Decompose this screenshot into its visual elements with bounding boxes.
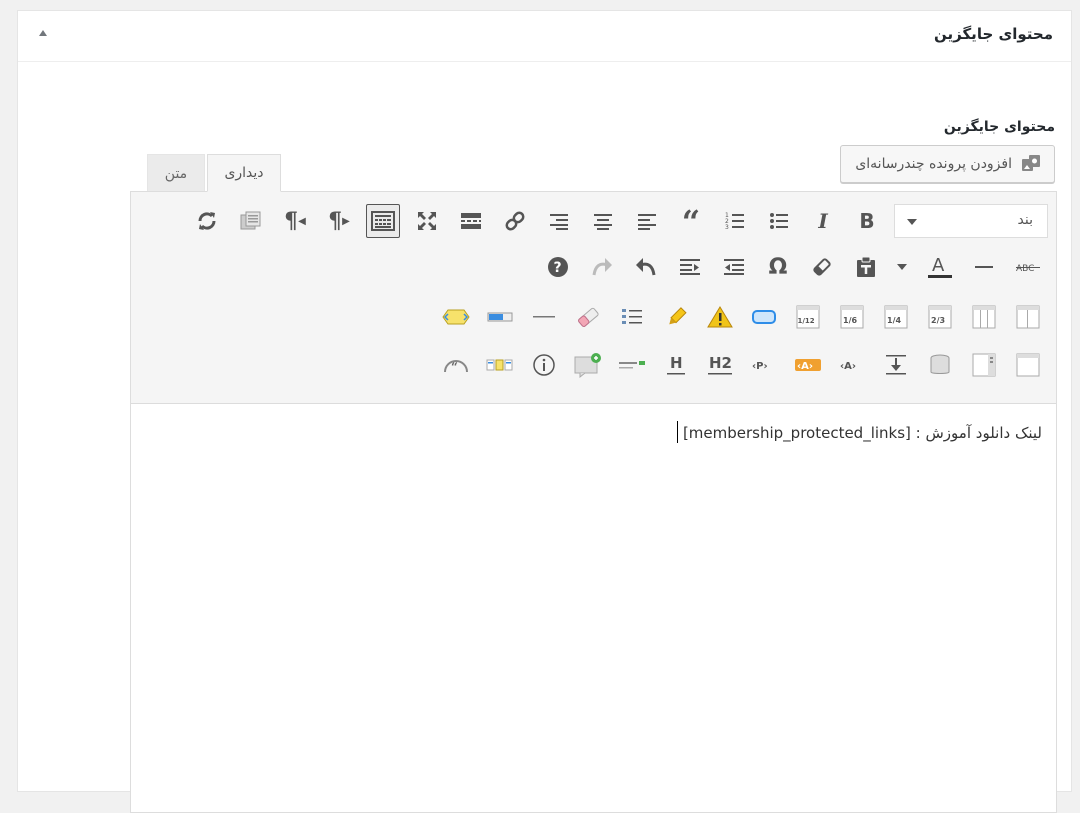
chevron-down-icon [907, 219, 917, 225]
h2-icon[interactable]: H2 [703, 348, 737, 382]
replacement-content-panel: محتوای جایگزین محتوای جایگزین افزودن پرو… [17, 10, 1072, 813]
toggle-icon[interactable] [439, 300, 473, 334]
add-media-label: افزودن پرونده چندرسانه‌ای [855, 156, 1012, 172]
pricing-icon[interactable] [483, 348, 517, 382]
svg-text:‹P›: ‹P› [752, 361, 768, 372]
svg-text:A: A [932, 255, 945, 276]
warning-icon[interactable] [703, 300, 737, 334]
svg-text:1/12: 1/12 [798, 317, 815, 325]
separator-icon[interactable] [615, 348, 649, 382]
info-icon[interactable] [527, 348, 561, 382]
strikethrough-icon[interactable]: ABC [1011, 250, 1045, 284]
svg-text:?: ? [554, 260, 562, 276]
tab-text[interactable]: متن [147, 154, 205, 192]
message-icon[interactable] [571, 348, 605, 382]
svg-text:3: 3 [725, 224, 729, 231]
text-color-icon[interactable]: A [923, 250, 957, 284]
refresh-icon[interactable] [190, 204, 224, 238]
one-quarter-icon[interactable]: 1/4 [879, 300, 913, 334]
ltr-icon[interactable]: ¶ ▶ [322, 204, 356, 238]
paste-as-text-icon[interactable] [849, 250, 883, 284]
list-icon[interactable] [615, 300, 649, 334]
paste-from-word-icon[interactable] [234, 204, 268, 238]
two-thirds-icon[interactable]: 2/3 [923, 300, 957, 334]
tab-visual[interactable]: دیداری [207, 154, 281, 192]
format-select-value: بند [1017, 212, 1033, 228]
rtl-icon[interactable]: ¶ ◀ [278, 204, 312, 238]
columns-icon[interactable] [1011, 300, 1045, 334]
svg-text:H2: H2 [709, 354, 732, 372]
svg-text:“: “ [451, 360, 458, 374]
heading-icon[interactable]: ‹A› [835, 348, 869, 382]
add-media-button[interactable]: افزودن پرونده چندرسانه‌ای [840, 145, 1055, 183]
tabs-icon[interactable] [967, 348, 1001, 382]
editor-content[interactable]: لینک دانلود آموزش : [membership_protecte… [683, 424, 1042, 442]
svg-text:‹A›: ‹A› [840, 361, 856, 372]
one-twelfth-icon[interactable]: 1/12 [791, 300, 825, 334]
toolbar-row-3: 2/3 1/4 1/6 1/12 [131, 294, 1056, 340]
svg-text:ABC: ABC [1016, 264, 1034, 274]
button-icon[interactable] [747, 300, 781, 334]
collapse-toggle-icon[interactable] [36, 27, 50, 41]
align-left-icon[interactable] [630, 204, 664, 238]
rich-text-editor: بند B I 123 “ ¶ ▶ ¶ ◀ ABC A Ω ? 2/3 1/4 … [130, 191, 1057, 813]
numbered-list-icon[interactable]: 123 [718, 204, 752, 238]
panel-header: محتوای جایگزین [18, 11, 1071, 62]
bold-icon[interactable]: B [850, 204, 884, 238]
redo-icon[interactable] [585, 250, 619, 284]
columns-grid-icon[interactable] [967, 300, 1001, 334]
text-color-dropdown-icon[interactable] [893, 250, 911, 284]
label-icon[interactable]: ‹A› [791, 348, 825, 382]
format-select[interactable]: بند [894, 204, 1048, 238]
progress-icon[interactable] [483, 300, 517, 334]
bulleted-list-icon[interactable] [762, 204, 796, 238]
editor-toolbar: بند B I 123 “ ¶ ▶ ¶ ◀ ABC A Ω ? 2/3 1/4 … [131, 192, 1056, 404]
text-cursor [677, 421, 678, 443]
highlight-icon[interactable] [659, 300, 693, 334]
fullscreen-icon[interactable] [410, 204, 444, 238]
spacer-icon[interactable] [879, 348, 913, 382]
toolbar-row-4: ‹A› ‹A› ‹P› H2 H “ [131, 342, 1056, 388]
divider-icon[interactable] [527, 300, 561, 334]
paragraph-icon[interactable]: ‹P› [747, 348, 781, 382]
svg-text:H: H [670, 354, 683, 372]
outdent-icon[interactable] [717, 250, 751, 284]
box-icon[interactable] [1011, 348, 1045, 382]
indent-icon[interactable] [673, 250, 707, 284]
align-right-icon[interactable] [542, 204, 576, 238]
blockquote-icon[interactable]: “ [674, 204, 708, 238]
field-label: محتوای جایگزین [943, 119, 1055, 135]
svg-text:1/4: 1/4 [887, 316, 901, 325]
read-more-icon[interactable] [454, 204, 488, 238]
help-icon[interactable]: ? [541, 250, 575, 284]
svg-text:1/6: 1/6 [843, 316, 857, 325]
testimonial-icon[interactable]: “ [439, 348, 473, 382]
clear-formatting-icon[interactable] [805, 250, 839, 284]
h-icon[interactable]: H [659, 348, 693, 382]
horizontal-line-icon[interactable] [967, 250, 1001, 284]
toolbar-toggle-icon[interactable] [366, 204, 400, 238]
special-character-icon[interactable]: Ω [761, 250, 795, 284]
undo-icon[interactable] [629, 250, 663, 284]
panel-title: محتوای جایگزین [934, 25, 1053, 43]
one-sixth-icon[interactable]: 1/6 [835, 300, 869, 334]
align-center-icon[interactable] [586, 204, 620, 238]
stack-icon[interactable] [923, 348, 957, 382]
toolbar-row-1: بند B I 123 “ ¶ ▶ ¶ ◀ [131, 192, 1056, 238]
eraser-icon[interactable] [571, 300, 605, 334]
media-icon [1020, 153, 1042, 175]
link-icon[interactable] [498, 204, 532, 238]
svg-text:‹A›: ‹A› [797, 361, 813, 372]
toolbar-row-2: ABC A Ω ? [131, 244, 1056, 290]
italic-icon[interactable]: I [806, 204, 840, 238]
svg-text:2/3: 2/3 [931, 316, 945, 325]
